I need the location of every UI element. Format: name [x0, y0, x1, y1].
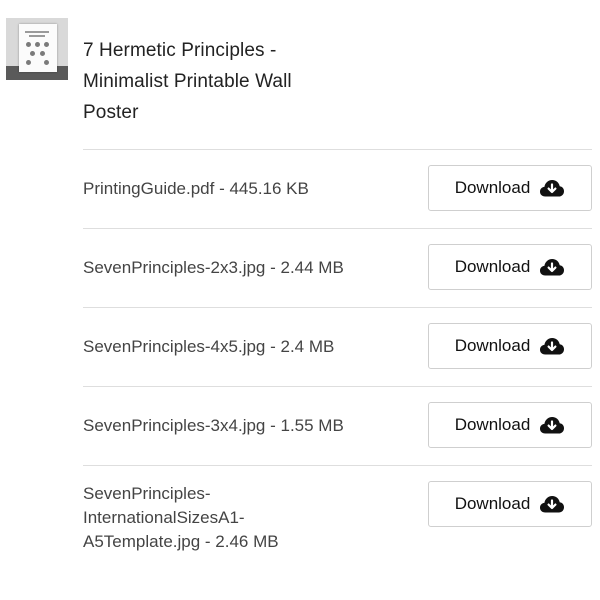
poster-image — [19, 24, 57, 72]
product-title-line: Poster — [83, 102, 139, 123]
cloud-download-icon — [540, 180, 565, 197]
file-name-line: SevenPrinciples- — [83, 484, 211, 503]
poster-symbol — [26, 60, 31, 65]
product-title[interactable]: 7 Hermetic Principles - Minimalist Print… — [83, 35, 343, 128]
file-row: SevenPrinciples-3x4.jpg - 1.55 MB Downlo… — [83, 386, 592, 465]
file-name: SevenPrinciples- InternationalSizesA1- A… — [83, 466, 403, 554]
file-name: SevenPrinciples-4x5.jpg - 2.4 MB — [83, 337, 335, 356]
download-file-list: PrintingGuide.pdf - 445.16 KB Download S… — [83, 149, 592, 571]
poster-subtitle-line — [29, 35, 45, 37]
file-name: SevenPrinciples-3x4.jpg - 1.55 MB — [83, 416, 344, 435]
download-button[interactable]: Download — [428, 402, 592, 448]
cloud-download-icon — [540, 259, 565, 276]
file-row: SevenPrinciples- InternationalSizesA1- A… — [83, 465, 592, 571]
file-name: SevenPrinciples-2x3.jpg - 2.44 MB — [83, 258, 344, 277]
file-name: PrintingGuide.pdf - 445.16 KB — [83, 179, 309, 198]
download-button[interactable]: Download — [428, 481, 592, 527]
download-button-label: Download — [454, 257, 531, 276]
poster-symbol — [44, 60, 49, 65]
download-button[interactable]: Download — [428, 165, 592, 211]
download-button-label: Download — [454, 336, 531, 355]
poster-symbol — [44, 42, 49, 47]
poster-symbol — [35, 42, 40, 47]
file-row: SevenPrinciples-2x3.jpg - 2.44 MB Downlo… — [83, 228, 592, 307]
product-title-line: Minimalist Printable Wall — [83, 71, 292, 92]
download-button-label: Download — [454, 178, 531, 197]
poster-title-line — [25, 31, 49, 33]
download-button-label: Download — [454, 415, 531, 434]
file-name-line: A5Template.jpg - 2.46 MB — [83, 532, 279, 551]
poster-symbol — [40, 51, 45, 56]
file-name-line: InternationalSizesA1- — [83, 508, 245, 527]
product-title-line: 7 Hermetic Principles - — [83, 40, 277, 61]
file-row: PrintingGuide.pdf - 445.16 KB Download — [83, 149, 592, 228]
download-button[interactable]: Download — [428, 323, 592, 369]
cloud-download-icon — [540, 338, 565, 355]
file-row: SevenPrinciples-4x5.jpg - 2.4 MB Downloa… — [83, 307, 592, 386]
poster-symbol — [30, 51, 35, 56]
download-button[interactable]: Download — [428, 244, 592, 290]
cloud-download-icon — [540, 496, 565, 513]
poster-symbol — [26, 42, 31, 47]
cloud-download-icon — [540, 417, 565, 434]
product-thumbnail[interactable] — [6, 18, 68, 80]
download-button-label: Download — [454, 494, 531, 513]
